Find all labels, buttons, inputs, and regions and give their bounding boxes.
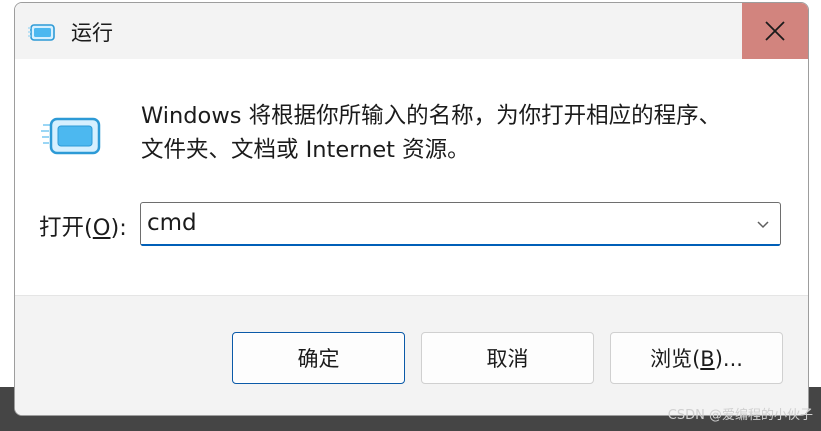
chevron-down-icon[interactable] — [754, 215, 772, 233]
cancel-button[interactable]: 取消 — [421, 332, 594, 384]
title-bar[interactable]: 运行 — [15, 3, 808, 59]
watermark: CSDN @爱编程的小伙子 — [667, 408, 813, 423]
description-line-2: 文件夹、文档或 Internet 资源。 — [141, 137, 470, 163]
open-input[interactable] — [141, 203, 731, 243]
close-icon — [765, 21, 785, 41]
open-combobox[interactable] — [140, 202, 781, 246]
window-title: 运行 — [71, 21, 113, 45]
dialog-footer: 确定 取消 浏览(B)... — [15, 295, 808, 415]
ok-button[interactable]: 确定 — [232, 332, 405, 384]
browse-button[interactable]: 浏览(B)... — [610, 332, 783, 384]
run-dialog-icon — [28, 24, 55, 41]
description-line-1: Windows 将根据你所输入的名称，为你打开相应的程序、 — [141, 103, 722, 129]
open-field-label: 打开(O): — [39, 215, 127, 241]
dialog-content: Windows 将根据你所输入的名称，为你打开相应的程序、 文件夹、文档或 In… — [15, 59, 808, 295]
close-button[interactable] — [742, 3, 808, 59]
run-dialog-icon — [41, 117, 101, 155]
focus-underline — [141, 244, 780, 246]
description-text: Windows 将根据你所输入的名称，为你打开相应的程序、 文件夹、文档或 In… — [141, 99, 781, 167]
run-dialog: 运行 Windows 将根据你所输入的名称，为你打开相应的程序、 文件夹、文档或… — [14, 2, 809, 416]
